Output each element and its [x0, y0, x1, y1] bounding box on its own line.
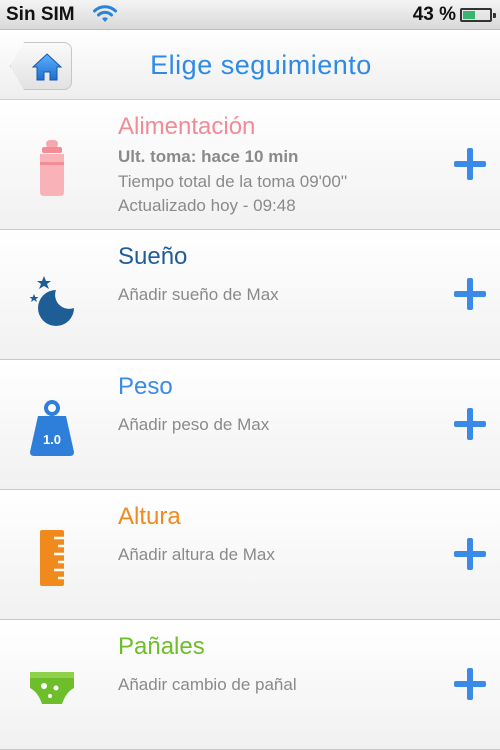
row-title: Pañales [118, 633, 205, 660]
moon-stars-icon [29, 276, 74, 326]
row-detail: Tiempo total de la toma 09'00'' [118, 172, 348, 191]
battery-level [463, 11, 476, 19]
row-subtitle: Ult. toma: hace 10 min [118, 147, 299, 166]
row-subtitle: Añadir cambio de pañal [118, 675, 297, 694]
list-item-sleep[interactable]: Sueño Añadir sueño de Max [0, 230, 500, 360]
weight-icon-label: 1.0 [43, 432, 61, 447]
status-bar: Sin SIM 43 % [0, 0, 500, 30]
battery-icon [460, 8, 496, 22]
row-title: Altura [118, 503, 181, 530]
row-title: Sueño [118, 243, 188, 270]
carrier-label: Sin SIM [6, 4, 75, 25]
tracking-list: Alimentación Ult. toma: hace 10 min Tiem… [0, 100, 500, 750]
diaper-icon [30, 672, 74, 704]
row-title: Peso [118, 373, 173, 400]
add-diaper-button[interactable] [454, 668, 486, 700]
add-height-button[interactable] [454, 538, 486, 570]
list-item-feeding[interactable]: Alimentación Ult. toma: hace 10 min Tiem… [0, 100, 500, 230]
row-detail: Actualizado hoy - 09:48 [118, 196, 296, 215]
ruler-icon [40, 530, 64, 586]
navigation-bar: Elige seguimiento [0, 30, 500, 100]
list-item-diapers[interactable]: Pañales Añadir cambio de pañal [0, 620, 500, 750]
row-subtitle: Añadir peso de Max [118, 415, 270, 434]
bottle-icon [40, 140, 64, 196]
row-subtitle: Añadir sueño de Max [118, 285, 279, 304]
battery-percentage: 43 % [412, 4, 456, 25]
page-title: Elige seguimiento [150, 50, 372, 80]
list-item-height[interactable]: Altura Añadir altura de Max [0, 490, 500, 620]
row-subtitle: Añadir altura de Max [118, 545, 275, 564]
wifi-icon [93, 5, 117, 22]
add-weight-button[interactable] [454, 408, 486, 440]
add-feeding-button[interactable] [454, 148, 486, 180]
row-title: Alimentación [118, 113, 256, 140]
weight-icon: 1.0 [30, 400, 74, 456]
list-item-weight[interactable]: 1.0 Peso Añadir peso de Max [0, 360, 500, 490]
add-sleep-button[interactable] [454, 278, 486, 310]
